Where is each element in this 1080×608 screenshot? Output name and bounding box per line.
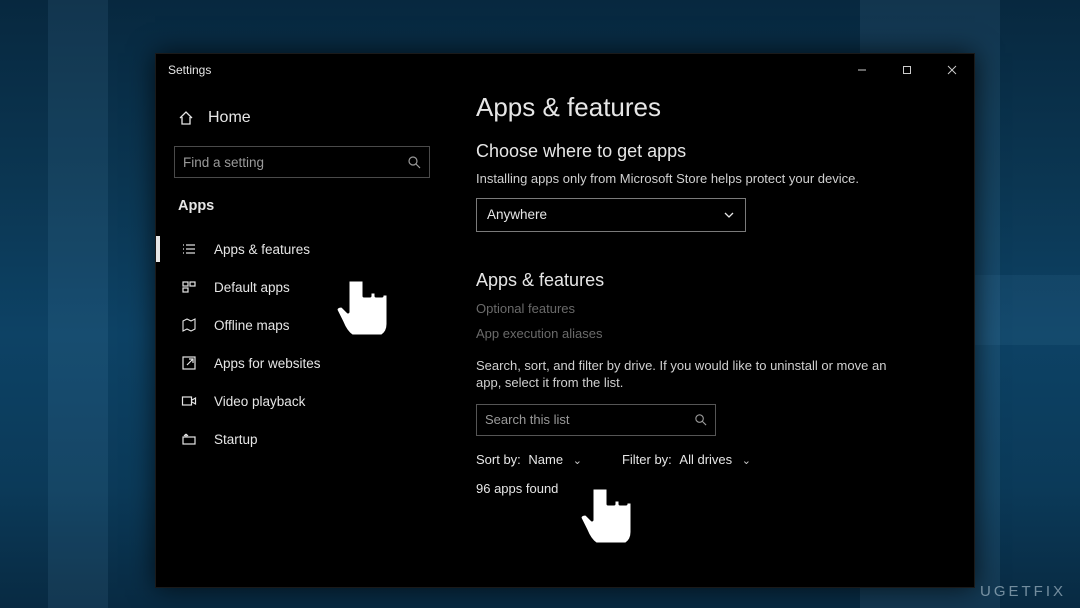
chevron-down-icon [723, 209, 735, 221]
sidebar-item-label: Offline maps [214, 318, 290, 333]
filter-by-dropdown[interactable]: Filter by: All drives ⌄ [622, 452, 751, 467]
watermark: UGETFIX [980, 583, 1066, 600]
filter-value: All drives [679, 452, 732, 467]
minimize-button[interactable] [839, 54, 884, 86]
chevron-down-icon: ⌄ [573, 455, 582, 467]
main-content: Apps & features Choose where to get apps… [446, 86, 974, 587]
sidebar-nav: Apps & features Default apps Offline map… [174, 230, 430, 458]
sidebar-item-video-playback[interactable]: Video playback [174, 382, 430, 420]
sidebar-item-apps-features[interactable]: Apps & features [174, 230, 430, 268]
chevron-down-icon: ⌄ [742, 455, 751, 467]
app-source-dropdown[interactable]: Anywhere [476, 198, 746, 232]
search-icon [407, 155, 421, 169]
sidebar-item-label: Default apps [214, 280, 290, 295]
maximize-button[interactable] [884, 54, 929, 86]
apps-section-heading: Apps & features [476, 270, 946, 291]
list-icon [180, 241, 198, 257]
choose-help: Installing apps only from Microsoft Stor… [476, 170, 946, 188]
app-execution-aliases-link[interactable]: App execution aliases [476, 326, 946, 341]
list-help: Search, sort, and filter by drive. If yo… [476, 357, 906, 392]
sort-label: Sort by: [476, 452, 521, 467]
open-icon [180, 355, 198, 371]
find-setting-input[interactable]: Find a setting [174, 146, 430, 178]
sidebar-item-offline-maps[interactable]: Offline maps [174, 306, 430, 344]
sidebar-item-label: Apps & features [214, 242, 310, 257]
window-controls [839, 54, 974, 86]
sort-value: Name [528, 452, 563, 467]
list-filters: Sort by: Name ⌄ Filter by: All drives ⌄ [476, 452, 946, 467]
app-source-value: Anywhere [487, 207, 547, 222]
sidebar-item-default-apps[interactable]: Default apps [174, 268, 430, 306]
optional-features-link[interactable]: Optional features [476, 301, 946, 316]
find-setting-placeholder: Find a setting [183, 155, 264, 170]
sidebar-item-label: Startup [214, 432, 258, 447]
home-label: Home [208, 109, 251, 127]
sort-by-dropdown[interactable]: Sort by: Name ⌄ [476, 452, 582, 467]
page-title: Apps & features [476, 92, 946, 123]
map-icon [180, 317, 198, 333]
sidebar-item-startup[interactable]: Startup [174, 420, 430, 458]
video-icon [180, 393, 198, 409]
sidebar-item-label: Video playback [214, 394, 305, 409]
window-title: Settings [168, 63, 211, 77]
sidebar-item-apps-for-websites[interactable]: Apps for websites [174, 344, 430, 382]
home-icon [178, 110, 194, 126]
search-list-placeholder: Search this list [485, 412, 570, 427]
sidebar-item-label: Apps for websites [214, 356, 321, 371]
search-icon [694, 413, 707, 426]
defaults-icon [180, 279, 198, 295]
startup-icon [180, 431, 198, 447]
filter-label: Filter by: [622, 452, 672, 467]
close-button[interactable] [929, 54, 974, 86]
search-list-input[interactable]: Search this list [476, 404, 716, 436]
sidebar-section-title: Apps [174, 198, 430, 214]
choose-heading: Choose where to get apps [476, 141, 946, 162]
home-nav[interactable]: Home [174, 96, 430, 140]
sidebar: Home Find a setting Apps Apps & features [156, 86, 446, 587]
settings-window: Settings Home Find a setting [155, 53, 975, 588]
titlebar: Settings [156, 54, 974, 86]
apps-found-count: 96 apps found [476, 481, 946, 496]
